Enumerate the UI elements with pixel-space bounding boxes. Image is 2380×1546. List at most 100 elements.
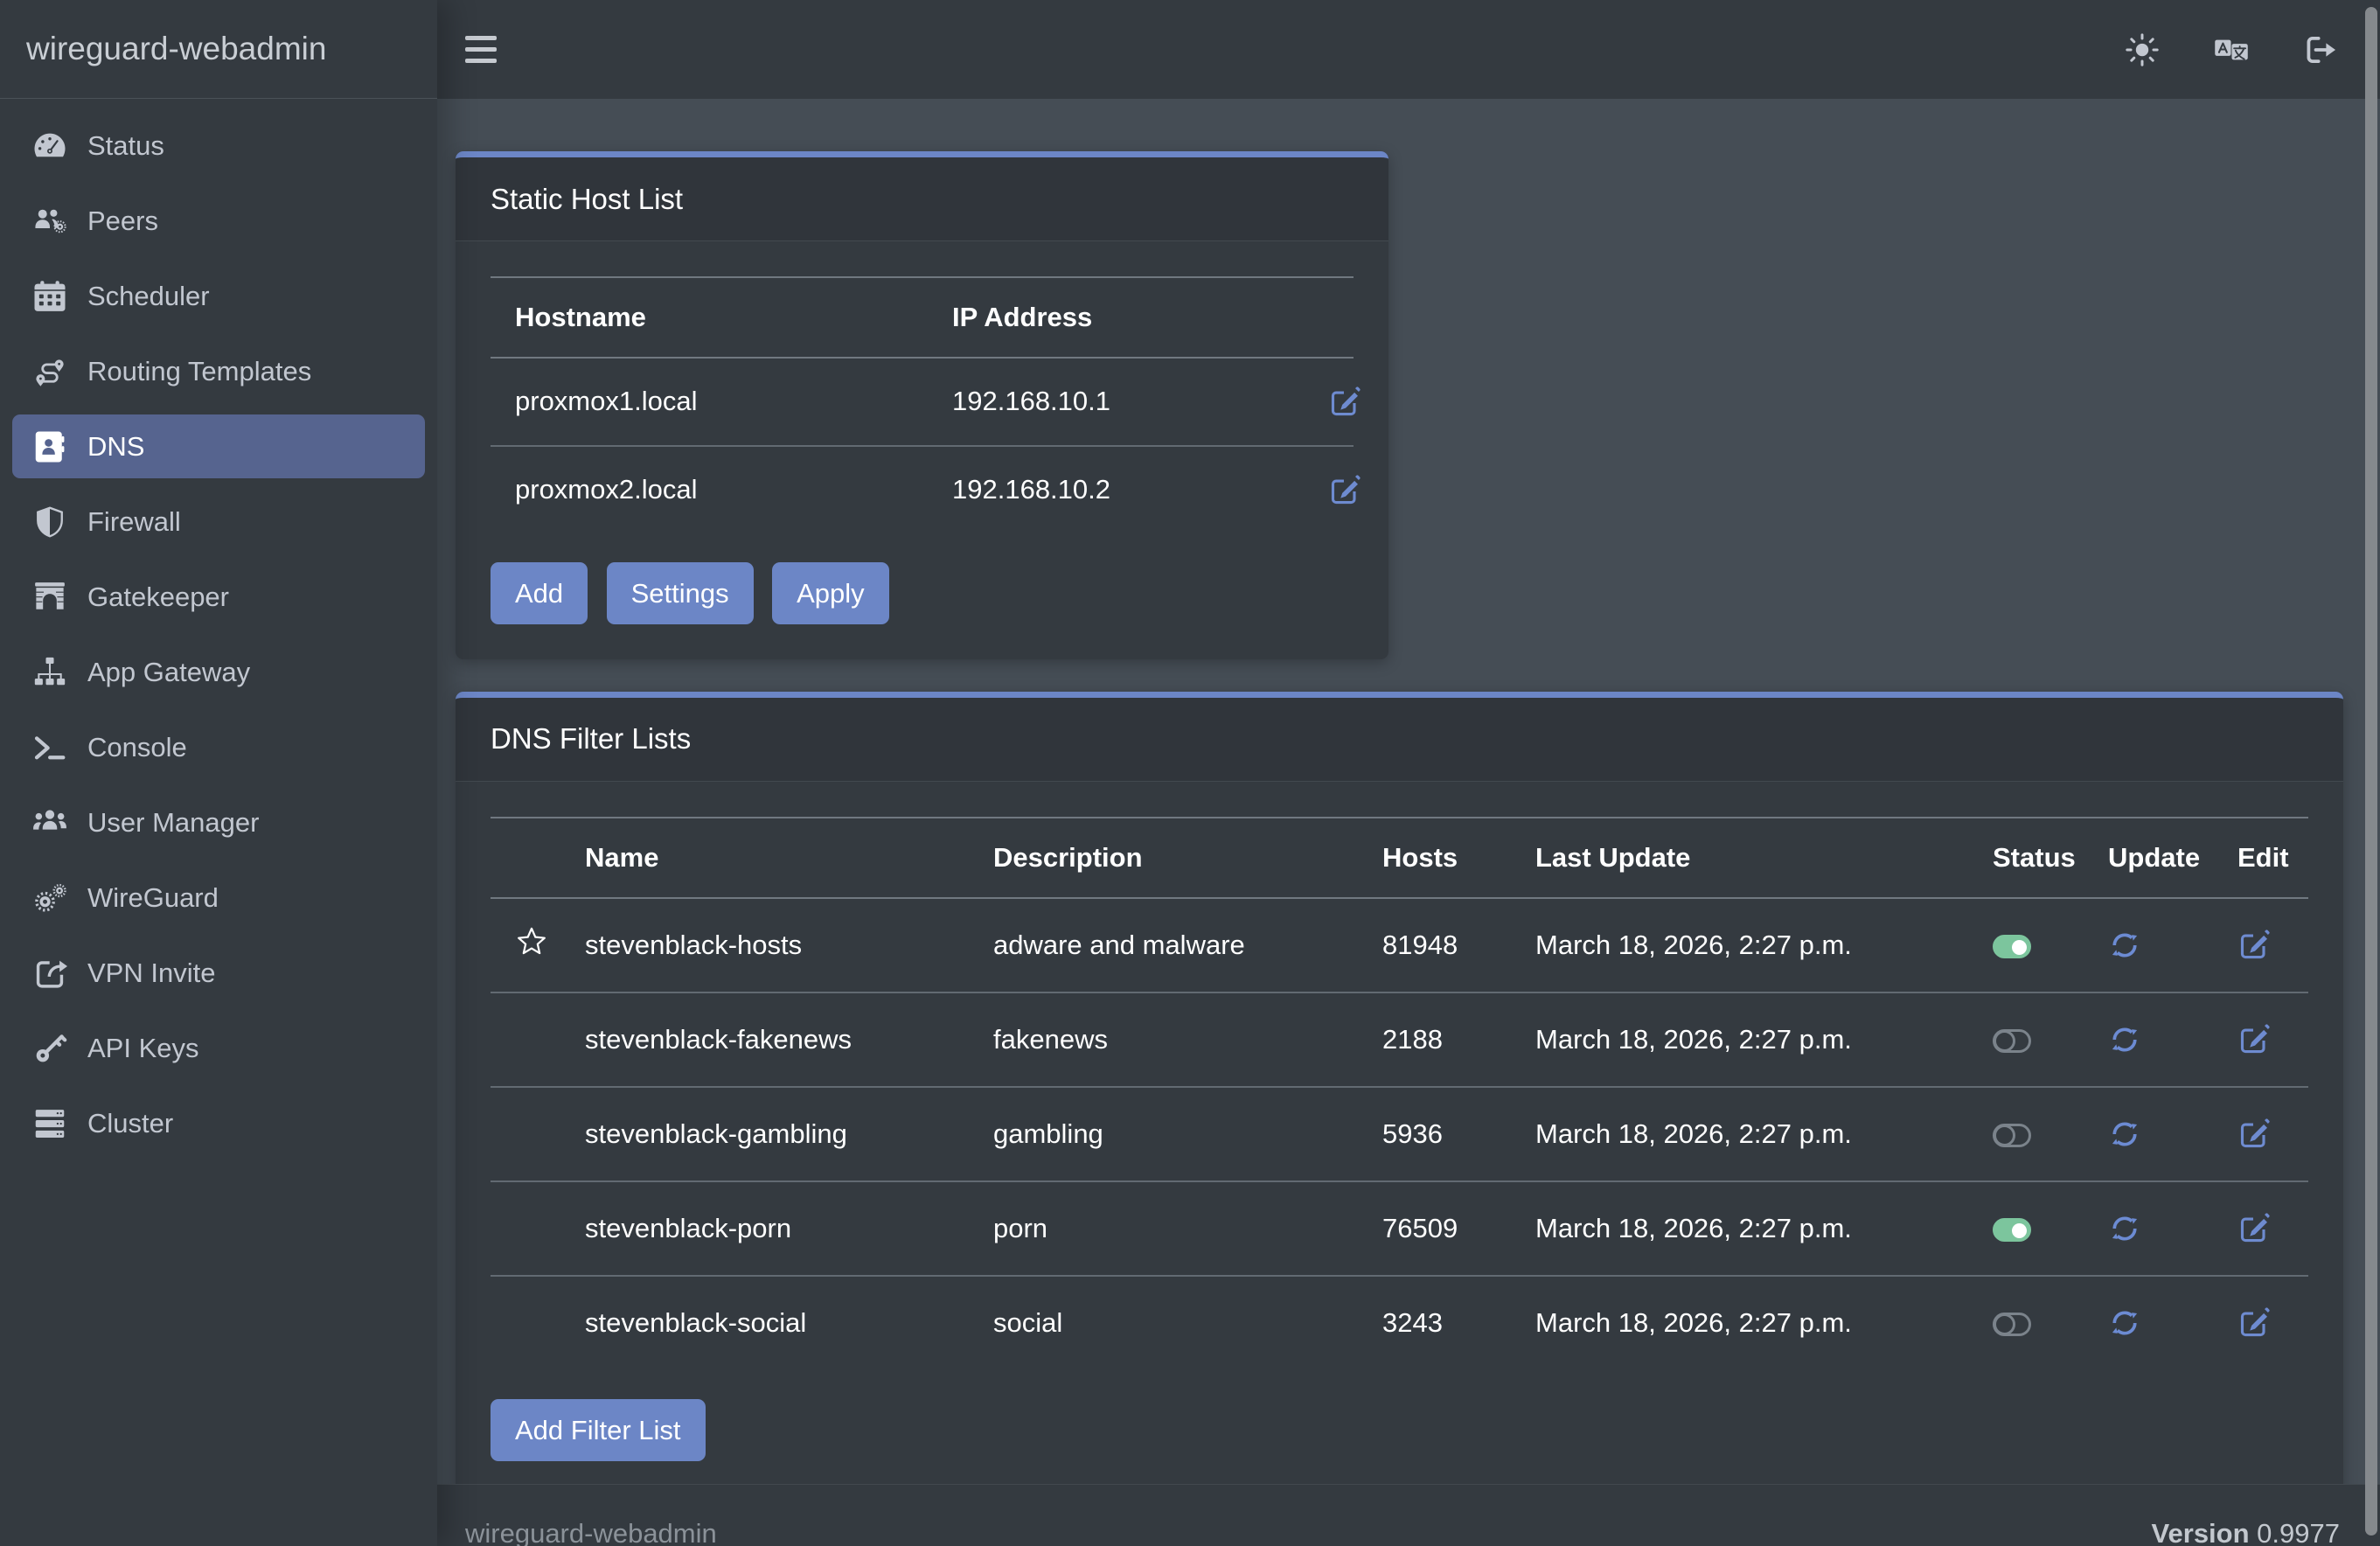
sidebar-item-label: DNS xyxy=(87,431,144,463)
sidebar-item-label: Peers xyxy=(87,205,158,237)
filter-name-cell: stevenblack-social xyxy=(560,1276,969,1369)
edit-filter-icon[interactable] xyxy=(2237,1118,2271,1151)
column-header-last-update: Last Update xyxy=(1511,818,1968,898)
sidebar-item-vpn-invite[interactable]: VPN Invite xyxy=(12,941,425,1005)
favorite-star-icon[interactable] xyxy=(515,925,548,958)
theme-toggle-sun-icon[interactable] xyxy=(2125,32,2160,67)
table-row: stevenblack-social social 3243 March 18,… xyxy=(491,1276,2308,1369)
sidebar-item-scheduler[interactable]: Scheduler xyxy=(12,264,425,328)
sidebar-item-routing-templates[interactable]: Routing Templates xyxy=(12,339,425,403)
sidebar-item-label: User Manager xyxy=(87,807,259,839)
column-header-edit: Edit xyxy=(2213,818,2308,898)
status-toggle[interactable] xyxy=(1993,1313,2031,1336)
route-icon xyxy=(23,354,77,389)
sidebar-item-app-gateway[interactable]: App Gateway xyxy=(12,640,425,704)
sidebar-item-label: Routing Templates xyxy=(87,356,311,387)
gears-icon xyxy=(23,881,77,916)
sidebar-item-dns[interactable]: DNS xyxy=(12,414,425,478)
refresh-icon[interactable] xyxy=(2108,1212,2141,1245)
archway-icon xyxy=(23,580,77,615)
sidebar-item-label: App Gateway xyxy=(87,657,250,688)
logout-icon[interactable] xyxy=(2303,32,2338,67)
refresh-icon[interactable] xyxy=(2108,1306,2141,1340)
sidebar-item-label: Gatekeeper xyxy=(87,581,229,613)
sidebar-toggle-button[interactable] xyxy=(465,36,497,63)
apply-button[interactable]: Apply xyxy=(772,562,889,624)
sidebar-nav: Status Peers Scheduler Routing Templates xyxy=(0,99,437,1181)
ip-cell: 192.168.10.1 xyxy=(928,358,1304,446)
dns-filter-table: Name Description Hosts Last Update Statu… xyxy=(491,817,2308,1369)
share-icon xyxy=(23,956,77,991)
column-header-name: Name xyxy=(560,818,969,898)
ip-cell: 192.168.10.2 xyxy=(928,446,1304,533)
edit-filter-icon[interactable] xyxy=(2237,929,2271,962)
sidebar-item-api-keys[interactable]: API Keys xyxy=(12,1016,425,1080)
vertical-scrollbar[interactable] xyxy=(2365,7,2377,1536)
sidebar-item-cluster[interactable]: Cluster xyxy=(12,1091,425,1155)
dns-filter-lists-title: DNS Filter Lists xyxy=(456,698,2343,782)
sidebar-item-label: Status xyxy=(87,130,164,162)
topbar xyxy=(437,0,2380,99)
edit-host-icon[interactable] xyxy=(1328,474,1361,507)
filter-hosts-cell: 76509 xyxy=(1358,1181,1511,1276)
sidebar-item-firewall[interactable]: Firewall xyxy=(12,490,425,554)
status-toggle[interactable] xyxy=(1993,1218,2031,1242)
filter-last-update-cell: March 18, 2026, 2:27 p.m. xyxy=(1511,992,1968,1087)
filter-last-update-cell: March 18, 2026, 2:27 p.m. xyxy=(1511,1181,1968,1276)
refresh-icon[interactable] xyxy=(2108,1023,2141,1056)
filter-name-cell: stevenblack-porn xyxy=(560,1181,969,1276)
language-icon[interactable] xyxy=(2214,32,2249,67)
add-filter-list-button[interactable]: Add Filter List xyxy=(491,1399,706,1461)
filter-name-cell: stevenblack-gambling xyxy=(560,1087,969,1181)
sidebar-item-console[interactable]: Console xyxy=(12,715,425,779)
hostname-cell: proxmox1.local xyxy=(491,358,928,446)
users-gear-icon xyxy=(23,204,77,239)
sidebar-item-peers[interactable]: Peers xyxy=(12,189,425,253)
column-header-actions xyxy=(1304,277,1354,358)
filter-hosts-cell: 2188 xyxy=(1358,992,1511,1087)
status-toggle[interactable] xyxy=(1993,1124,2031,1147)
sidebar-item-label: API Keys xyxy=(87,1033,199,1064)
filter-last-update-cell: March 18, 2026, 2:27 p.m. xyxy=(1511,898,1968,992)
column-header-ip: IP Address xyxy=(928,277,1304,358)
sidebar-item-label: Cluster xyxy=(87,1108,173,1139)
shield-half-icon xyxy=(23,505,77,540)
filter-description-cell: porn xyxy=(969,1181,1358,1276)
gauge-icon xyxy=(23,129,77,164)
server-stack-icon xyxy=(23,1106,77,1141)
sidebar-item-user-manager[interactable]: User Manager xyxy=(12,790,425,854)
column-header-status: Status xyxy=(1968,818,2084,898)
dns-filter-lists-card: DNS Filter Lists Name Description Hosts … xyxy=(456,692,2343,1484)
filter-description-cell: fakenews xyxy=(969,992,1358,1087)
settings-button[interactable]: Settings xyxy=(607,562,754,624)
status-toggle[interactable] xyxy=(1993,1029,2031,1053)
static-host-list-title: Static Host List xyxy=(456,157,1388,241)
sidebar-item-status[interactable]: Status xyxy=(12,114,425,178)
sidebar-item-label: WireGuard xyxy=(87,882,219,914)
refresh-icon[interactable] xyxy=(2108,1118,2141,1151)
version-value: 0.9977 xyxy=(2257,1518,2340,1546)
edit-host-icon[interactable] xyxy=(1328,386,1361,419)
status-toggle[interactable] xyxy=(1993,935,2031,958)
version-label: Version xyxy=(2152,1518,2250,1546)
column-header-update: Update xyxy=(2084,818,2213,898)
users-icon xyxy=(23,805,77,840)
filter-last-update-cell: March 18, 2026, 2:27 p.m. xyxy=(1511,1087,1968,1181)
filter-description-cell: gambling xyxy=(969,1087,1358,1181)
brand-title[interactable]: wireguard-webadmin xyxy=(0,0,437,99)
footer-version: Version 0.9977 xyxy=(2152,1518,2340,1546)
table-row: proxmox1.local 192.168.10.1 xyxy=(491,358,1354,446)
add-host-button[interactable]: Add xyxy=(491,562,588,624)
sidebar-item-label: Scheduler xyxy=(87,281,210,312)
column-header-description: Description xyxy=(969,818,1358,898)
terminal-icon xyxy=(23,730,77,765)
edit-filter-icon[interactable] xyxy=(2237,1212,2271,1245)
address-book-icon xyxy=(23,429,77,464)
table-row: proxmox2.local 192.168.10.2 xyxy=(491,446,1354,533)
main-content: Static Host List Hostname IP Address pro… xyxy=(437,99,2380,1484)
sidebar-item-wireguard[interactable]: WireGuard xyxy=(12,866,425,930)
edit-filter-icon[interactable] xyxy=(2237,1306,2271,1340)
edit-filter-icon[interactable] xyxy=(2237,1023,2271,1056)
refresh-icon[interactable] xyxy=(2108,929,2141,962)
sidebar-item-gatekeeper[interactable]: Gatekeeper xyxy=(12,565,425,629)
